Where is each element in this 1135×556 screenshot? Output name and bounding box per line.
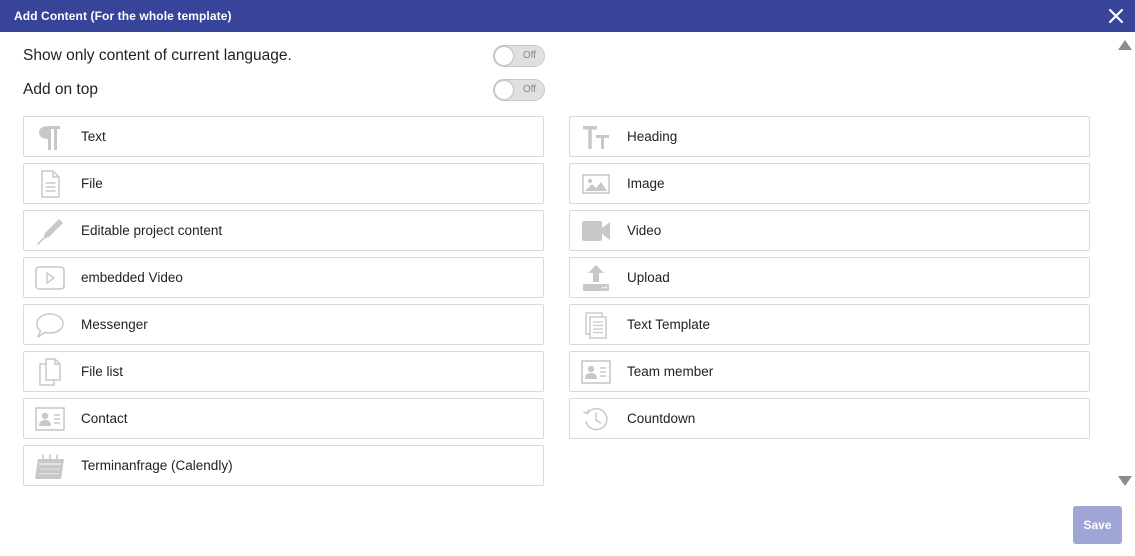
content-type-label: embedded Video [81,270,183,285]
file-icon [34,169,66,199]
countdown-icon [580,404,612,434]
current-language-label: Show only content of current language. [23,47,292,64]
content-type-file-list[interactable]: File list [23,351,544,392]
content-type-label: Text Template [627,317,711,332]
add-on-top-toggle[interactable]: Off [493,79,545,101]
content-type-grid: Text Heading File Image Editable project… [23,116,1090,486]
save-button[interactable]: Save [1073,506,1122,544]
upload-icon [580,263,612,293]
content-type-label: File list [81,364,124,379]
heading-icon [580,122,612,152]
content-type-embedded-video[interactable]: embedded Video [23,257,544,298]
toggle-state: Off [522,50,536,61]
text-template-icon [580,310,612,340]
content-type-label: Contact [81,411,128,426]
content-type-countdown[interactable]: Countdown [569,398,1090,439]
content-type-contact[interactable]: Contact [23,398,544,439]
calendar-icon [34,451,66,481]
toggle-state: Off [522,84,536,95]
content-type-label: Image [627,176,665,191]
current-language-toggle[interactable]: Off [493,45,545,67]
add-on-top-option: Add on top Off [23,78,545,102]
content-type-label: Messenger [81,317,148,332]
add-on-top-label: Add on top [23,81,98,98]
content-type-upload[interactable]: Upload [569,257,1090,298]
content-type-editable-project-content[interactable]: Editable project content [23,210,544,251]
contact-card-icon [34,404,66,434]
close-icon[interactable] [1105,5,1127,27]
content-type-label: Video [627,223,662,238]
scroll-up-arrow-icon[interactable] [1117,38,1133,50]
toggle-knob [495,81,513,99]
team-member-icon [580,357,612,387]
content-type-calendly[interactable]: Terminanfrage (Calendly) [23,445,544,486]
scroll-down-arrow-icon[interactable] [1117,474,1133,486]
content-type-messenger[interactable]: Messenger [23,304,544,345]
content-type-label: Upload [627,270,670,285]
content-type-label: Text [81,129,106,144]
content-type-image[interactable]: Image [569,163,1090,204]
content-type-heading[interactable]: Heading [569,116,1090,157]
video-camera-icon [580,216,612,246]
pen-icon [34,216,66,246]
content-type-label: File [81,176,103,191]
content-type-label: Team member [627,364,714,379]
content-type-label: Editable project content [81,223,223,238]
current-language-option: Show only content of current language. O… [23,44,545,68]
content-type-label: Countdown [627,411,696,426]
file-list-icon [34,357,66,387]
play-icon [34,263,66,293]
content-type-video[interactable]: Video [569,210,1090,251]
content-type-text[interactable]: Text [23,116,544,157]
toggle-knob [495,47,513,65]
image-icon [580,169,612,199]
content-type-team-member[interactable]: Team member [569,351,1090,392]
dialog-title: Add Content (For the whole template) [14,9,232,23]
content-type-text-template[interactable]: Text Template [569,304,1090,345]
speech-bubble-icon [34,310,66,340]
dialog-title-bar: Add Content (For the whole template) [0,0,1135,32]
content-type-label: Terminanfrage (Calendly) [81,458,233,473]
content-type-file[interactable]: File [23,163,544,204]
paragraph-icon [34,122,66,152]
content-type-label: Heading [627,129,678,144]
